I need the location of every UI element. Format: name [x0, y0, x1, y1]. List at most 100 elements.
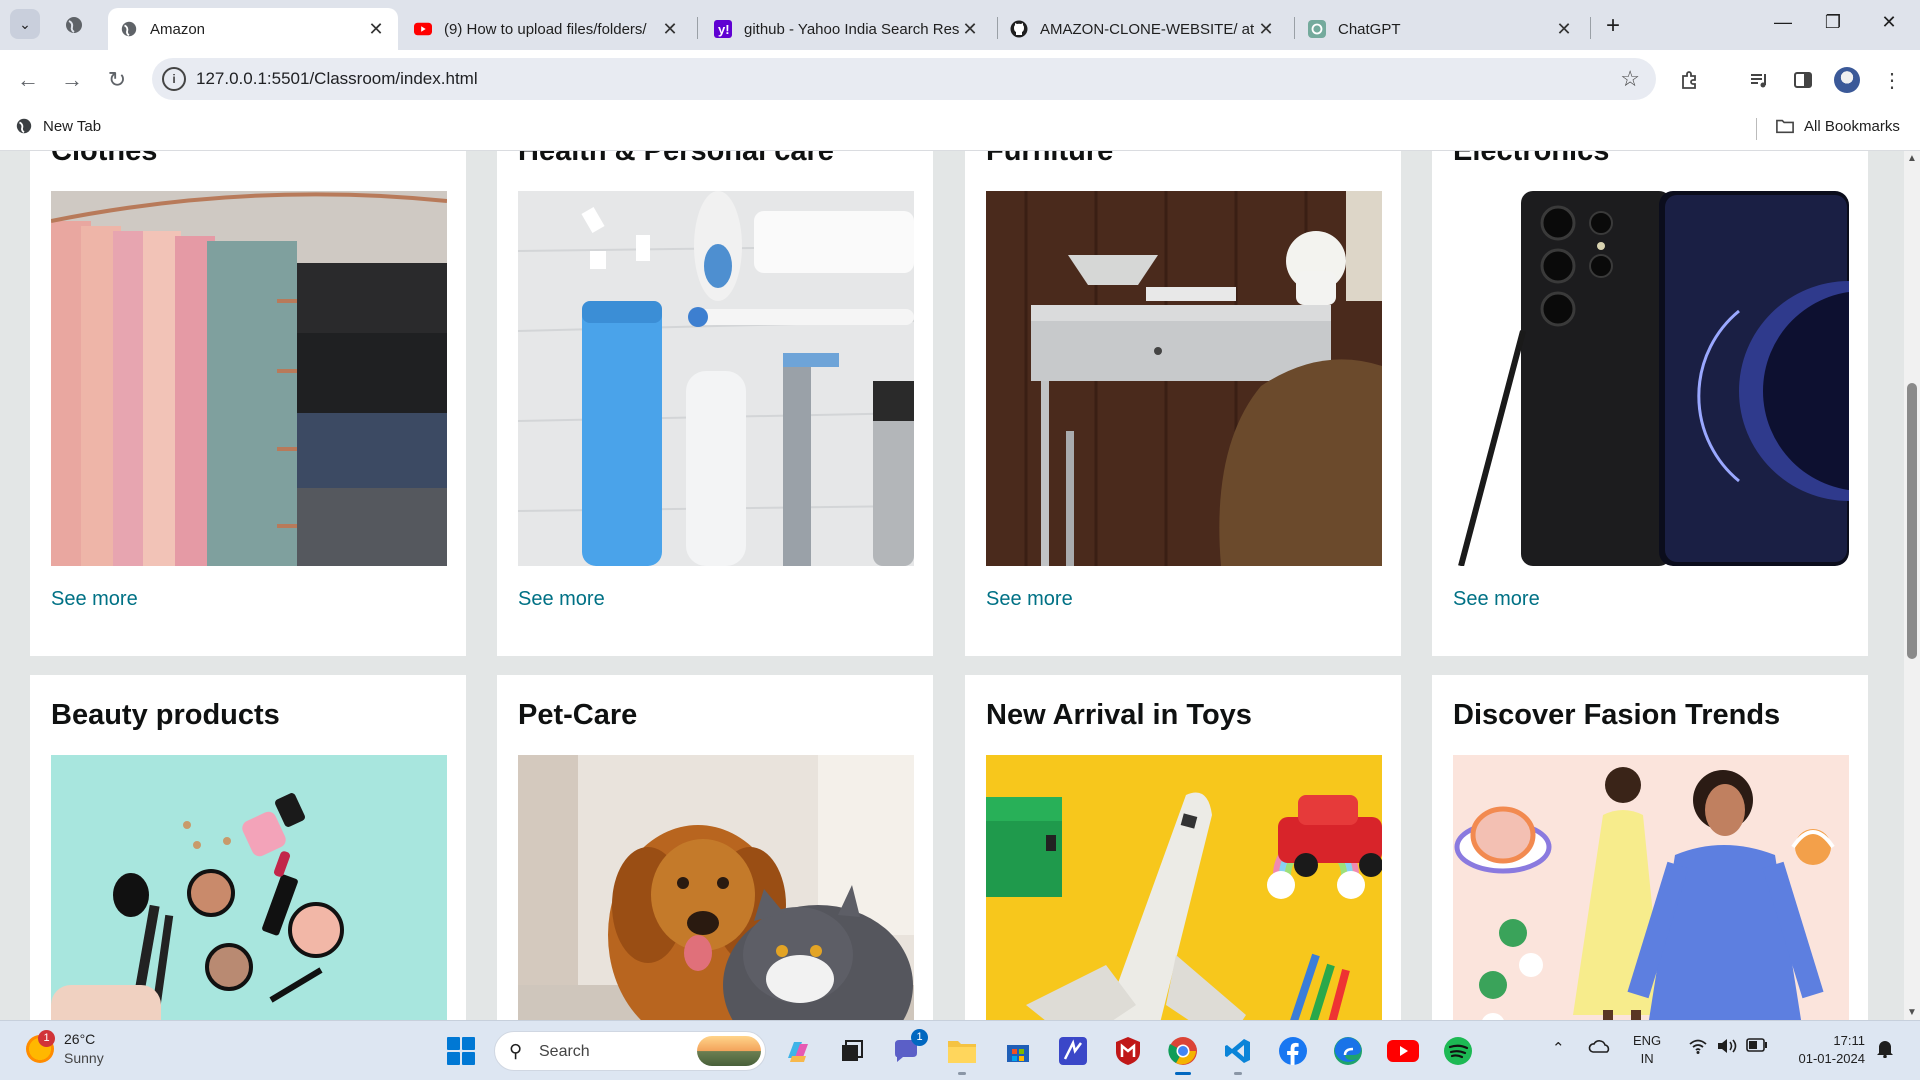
- sun-icon: 1: [26, 1030, 55, 1063]
- youtube-icon: [1387, 1040, 1419, 1062]
- tab-chatgpt[interactable]: ChatGPT ✕: [1296, 8, 1586, 50]
- windows-logo-pane: [462, 1037, 475, 1050]
- close-icon[interactable]: ✕: [366, 19, 386, 40]
- category-card-toys: New Arrival in Toys: [965, 675, 1401, 1020]
- card-title: Furniture: [986, 151, 1114, 167]
- math-app[interactable]: [1055, 1033, 1091, 1069]
- mcafee-app[interactable]: [1110, 1033, 1146, 1069]
- all-bookmarks-button[interactable]: All Bookmarks: [1776, 117, 1900, 135]
- taskbar-search[interactable]: ⚲ Search: [494, 1031, 766, 1071]
- yahoo-icon: y!: [714, 20, 732, 38]
- weather-widget[interactable]: 1 26°C Sunny: [26, 1030, 104, 1068]
- close-icon[interactable]: ✕: [1554, 19, 1574, 40]
- side-panel-button[interactable]: [1789, 66, 1817, 94]
- scroll-down-icon[interactable]: ▼: [1904, 1007, 1920, 1018]
- bookmark-new-tab[interactable]: New Tab: [15, 117, 101, 135]
- input-language[interactable]: ENG IN: [1633, 1032, 1661, 1068]
- reload-button[interactable]: ↻: [103, 66, 131, 94]
- new-tab-button[interactable]: +: [1600, 12, 1626, 40]
- address-bar[interactable]: i 127.0.0.1:5501/Classroom/index.html ☆: [152, 58, 1656, 100]
- edge-app[interactable]: [1330, 1033, 1366, 1069]
- start-button[interactable]: [447, 1037, 475, 1065]
- folder-icon: [948, 1041, 976, 1063]
- forward-button[interactable]: →: [58, 66, 86, 94]
- tab-title: (9) How to upload files/folders/: [444, 20, 647, 38]
- media-control-button[interactable]: [1745, 66, 1773, 94]
- card-image-pet-care[interactable]: [518, 755, 914, 1020]
- card-image-fashion[interactable]: [1453, 755, 1849, 1020]
- star-icon[interactable]: ☆: [1620, 66, 1640, 92]
- teams-app[interactable]: 1: [888, 1029, 928, 1069]
- site-info-icon[interactable]: i: [162, 67, 186, 91]
- weather-temp: 26°C: [64, 1031, 96, 1047]
- vscode-app[interactable]: [1220, 1033, 1256, 1075]
- tab-youtube[interactable]: (9) How to upload files/folders/ ✕: [402, 8, 692, 50]
- task-view-app[interactable]: [834, 1033, 870, 1069]
- close-icon[interactable]: ✕: [960, 19, 980, 40]
- back-button[interactable]: ←: [14, 66, 42, 94]
- see-more-link[interactable]: See more: [51, 588, 138, 611]
- scroll-up-icon[interactable]: ▲: [1904, 153, 1920, 164]
- close-icon[interactable]: ✕: [1256, 19, 1276, 40]
- file-explorer-app[interactable]: [944, 1033, 980, 1075]
- category-card-electronics: Electronics See more: [1432, 151, 1868, 656]
- bookmark-label: All Bookmarks: [1804, 117, 1900, 135]
- youtube-app[interactable]: [1385, 1033, 1421, 1069]
- tab-yahoo[interactable]: y! github - Yahoo India Search Res ✕: [702, 8, 992, 50]
- svg-text:y!: y!: [718, 22, 730, 37]
- tab-github[interactable]: AMAZON-CLONE-WEBSITE/ at ✕: [998, 8, 1288, 50]
- card-image-electronics[interactable]: [1453, 191, 1849, 566]
- card-image-beauty[interactable]: [51, 755, 447, 1020]
- spotify-app[interactable]: [1440, 1033, 1476, 1069]
- windows-logo-pane: [447, 1052, 460, 1065]
- url-text[interactable]: 127.0.0.1:5501/Classroom/index.html: [196, 69, 478, 89]
- show-hidden-icons-button[interactable]: ⌃: [1552, 1039, 1565, 1057]
- tab-amazon[interactable]: Amazon ✕: [108, 8, 398, 50]
- card-image-health[interactable]: [518, 191, 914, 566]
- extensions-button[interactable]: [1676, 66, 1704, 94]
- close-icon[interactable]: ✕: [660, 19, 680, 40]
- windows-logo-pane: [462, 1052, 475, 1065]
- volume-icon[interactable]: [1716, 1037, 1738, 1059]
- browser-menu-button[interactable]: ⋮: [1878, 66, 1906, 94]
- pinned-tab[interactable]: [60, 11, 88, 39]
- category-card-pet-care: Pet-Care: [497, 675, 933, 1020]
- weather-condition: Sunny: [64, 1050, 104, 1066]
- onedrive-tray-icon[interactable]: [1588, 1037, 1612, 1059]
- category-card-beauty: Beauty products: [30, 675, 466, 1020]
- facebook-app[interactable]: [1275, 1033, 1311, 1069]
- clock-date: 01-01-2024: [1798, 1051, 1866, 1066]
- profile-avatar[interactable]: [1834, 67, 1860, 93]
- see-more-link[interactable]: See more: [518, 588, 605, 611]
- close-icon: ✕: [1881, 12, 1897, 32]
- card-image-clothes[interactable]: [51, 191, 447, 566]
- search-icon: ⚲: [509, 1041, 523, 1061]
- card-title: Electronics: [1453, 151, 1610, 167]
- notification-bell-icon[interactable]: [1876, 1038, 1894, 1062]
- tab-search-button[interactable]: ⌄: [10, 9, 40, 39]
- scrollbar-thumb[interactable]: [1907, 383, 1917, 659]
- close-window-button[interactable]: ✕: [1866, 12, 1912, 33]
- minimize-button[interactable]: —: [1760, 12, 1806, 33]
- tab-separator: [1294, 17, 1295, 39]
- restore-icon: ❐: [1824, 12, 1842, 32]
- restore-button[interactable]: ❐: [1810, 12, 1856, 33]
- see-more-link[interactable]: See more: [1453, 588, 1540, 611]
- chrome-icon: [1168, 1037, 1197, 1065]
- wifi-icon[interactable]: [1688, 1037, 1708, 1059]
- see-more-link[interactable]: See more: [986, 588, 1073, 611]
- clock-time: 17:11: [1833, 1033, 1865, 1048]
- arrow-left-icon: ←: [17, 67, 39, 92]
- store-app[interactable]: [1000, 1033, 1036, 1069]
- battery-icon[interactable]: [1746, 1038, 1768, 1056]
- minimize-icon: —: [1774, 12, 1792, 32]
- copilot-app[interactable]: [779, 1033, 815, 1069]
- chrome-app[interactable]: [1165, 1033, 1201, 1075]
- card-image-furniture[interactable]: [986, 191, 1382, 566]
- browser-toolbar: ← → ↻ i 127.0.0.1:5501/Classroom/index.h…: [0, 50, 1920, 108]
- card-image-toys[interactable]: [986, 755, 1382, 1020]
- system-clock[interactable]: 17:11 01-01-2024: [1785, 1032, 1866, 1068]
- chevron-up-icon: ⌃: [1552, 1040, 1565, 1057]
- spotify-icon: [1444, 1037, 1472, 1065]
- page-scrollbar[interactable]: ▲ ▼: [1904, 151, 1920, 1020]
